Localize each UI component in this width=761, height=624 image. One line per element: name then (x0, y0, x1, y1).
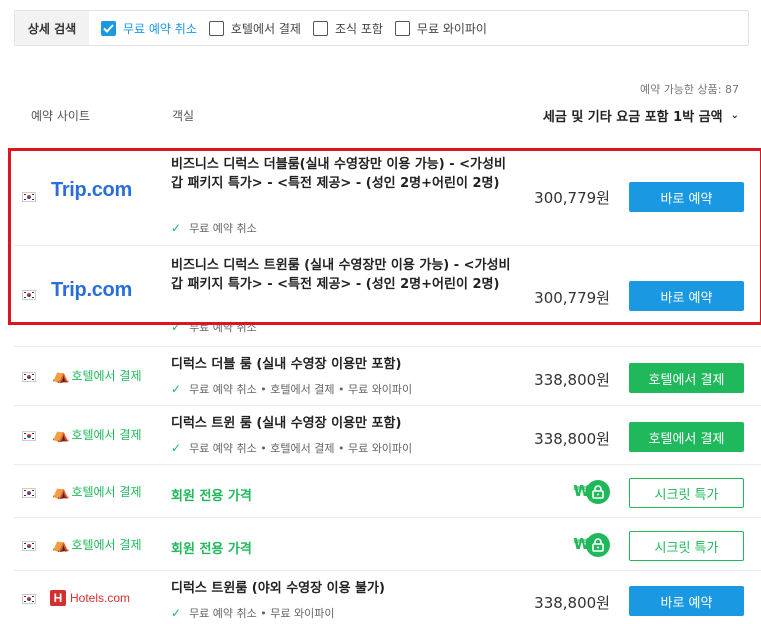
pay-at-hotel-button[interactable]: 호텔에서 결제 (629, 363, 744, 393)
pay-at-hotel-label: 호텔에서 결제 (71, 485, 142, 499)
room-name[interactable]: 디럭스 트윈 룸 (실내 수영장 이용만 포함) (171, 414, 516, 433)
check-icon: ✓ (171, 606, 182, 620)
perks: ✓ 무료 예약 취소 • 호텔에서 결제 • 무료 와이파이 (171, 440, 412, 456)
filter-label: 상세 검색 (15, 11, 89, 45)
perks-text: 무료 예약 취소 • 호텔에서 결제 • 무료 와이파이 (189, 442, 413, 455)
hotel-bell-icon: ⛺ (52, 483, 70, 500)
column-header-price: 세금 및 기타 요금 포함 1박 금액 (542, 110, 723, 125)
member-only-price: 회원 전용 가격 (171, 542, 252, 557)
perks-text: 무료 예약 취소 • 무료 와이파이 (189, 607, 335, 620)
korea-flag-icon (22, 541, 36, 551)
perks: ✓ 무료 예약 취소 (171, 319, 257, 335)
offer-row: ⛺ 호텔에서 결제 회원 전용 가격 ₩ 시크릿 특가 (14, 519, 761, 571)
offer-row: ⛺ 호텔에서 결제 디럭스 더블 룸 (실내 수영장 이용만 포함) ✓ 무료 … (14, 348, 761, 406)
hotelscom-h-icon: H (50, 590, 66, 606)
lock-icon (586, 480, 610, 504)
member-only-price: 회원 전용 가격 (171, 489, 252, 504)
check-icon: ✓ (171, 320, 182, 334)
checkbox-icon[interactable] (208, 20, 224, 36)
korea-flag-icon (22, 192, 36, 202)
perks: ✓ 무료 예약 취소 • 무료 와이파이 (171, 605, 334, 621)
korea-flag-icon (22, 431, 36, 441)
available-count: 예약 가능한 상품: 87 (639, 83, 739, 96)
book-now-button[interactable]: 바로 예약 (629, 586, 744, 616)
price: 300,779원 (534, 189, 610, 207)
filter-breakfast[interactable]: 조식 포함 (312, 20, 383, 37)
filter-free-wifi-label: 무료 와이파이 (416, 21, 487, 36)
pay-at-hotel-logo: ⛺ 호텔에서 결제 (52, 483, 142, 500)
checkbox-icon[interactable] (394, 20, 410, 36)
pay-at-hotel-logo: ⛺ 호텔에서 결제 (52, 367, 142, 384)
secret-deal-button[interactable]: 시크릿 특가 (629, 478, 744, 508)
hotel-bell-icon: ⛺ (52, 426, 70, 443)
price-sort-dropdown[interactable]: 세금 및 기타 요금 포함 1박 금액 ⌄ (543, 106, 739, 125)
filter-free-wifi[interactable]: 무료 와이파이 (394, 20, 487, 37)
offer-row: Trip.com 비즈니스 디럭스 더블룸(실내 수영장만 이용 가능) - <… (14, 152, 761, 246)
korea-flag-icon (22, 372, 36, 382)
hotel-bell-icon: ⛺ (52, 367, 70, 384)
pay-at-hotel-button[interactable]: 호텔에서 결제 (629, 422, 744, 452)
perks: ✓ 무료 예약 취소 (171, 220, 257, 236)
filter-bar: 상세 검색 무료 예약 취소 호텔에서 결제 조식 포함 무료 와이파이 (14, 10, 749, 46)
filter-pay-at-hotel[interactable]: 호텔에서 결제 (208, 20, 301, 37)
price: 338,800원 (534, 371, 610, 389)
korea-flag-icon (22, 290, 36, 300)
offer-row: ⛺ 호텔에서 결제 디럭스 트윈 룸 (실내 수영장 이용만 포함) ✓ 무료 … (14, 407, 761, 465)
room-name[interactable]: 디럭스 더블 룸 (실내 수영장 이용만 포함) (171, 355, 516, 374)
filter-pay-at-hotel-label: 호텔에서 결제 (230, 21, 301, 36)
korea-flag-icon (22, 488, 36, 498)
pay-at-hotel-label: 호텔에서 결제 (71, 369, 142, 383)
column-header-room: 객실 (172, 109, 195, 123)
offer-row: H Hotels.com 디럭스 트윈룸 (야외 수영장 이용 불가) ✓ 무료… (14, 572, 761, 624)
lock-icon (586, 533, 610, 557)
tripcom-logo: Trip.com (51, 279, 132, 301)
book-now-button[interactable]: 바로 예약 (629, 281, 744, 311)
perks: ✓ 무료 예약 취소 • 호텔에서 결제 • 무료 와이파이 (171, 381, 412, 397)
perks-text: 무료 예약 취소 • 호텔에서 결제 • 무료 와이파이 (189, 383, 413, 396)
pay-at-hotel-logo: ⛺ 호텔에서 결제 (52, 426, 142, 443)
offer-row: ⛺ 호텔에서 결제 회원 전용 가격 ₩ 시크릿 특가 (14, 466, 761, 518)
hotel-bell-icon: ⛺ (52, 536, 70, 553)
room-name[interactable]: 비즈니스 디럭스 더블룸(실내 수영장만 이용 가능) - <가성비갑 패키지 … (171, 155, 516, 193)
korea-flag-icon (22, 594, 36, 604)
perks-text: 무료 예약 취소 (189, 321, 257, 334)
filter-free-cancel[interactable]: 무료 예약 취소 (101, 20, 197, 37)
hotelscom-label: Hotels.com (70, 591, 131, 605)
pay-at-hotel-label: 호텔에서 결제 (71, 428, 142, 442)
price: 300,779원 (534, 289, 610, 307)
chevron-down-icon: ⌄ (730, 110, 739, 121)
check-icon: ✓ (171, 382, 182, 396)
hotelscom-logo: H Hotels.com (50, 590, 130, 606)
checkbox-icon[interactable] (312, 20, 328, 36)
filter-free-cancel-label: 무료 예약 취소 (123, 21, 197, 36)
tripcom-logo: Trip.com (51, 179, 132, 201)
checkbox-checked-icon[interactable] (101, 20, 116, 36)
secret-deal-button[interactable]: 시크릿 특가 (629, 531, 744, 561)
room-name[interactable]: 디럭스 트윈룸 (야외 수영장 이용 불가) (171, 579, 516, 598)
price: 338,800원 (534, 594, 610, 612)
perks-text: 무료 예약 취소 (189, 222, 257, 235)
pay-at-hotel-logo: ⛺ 호텔에서 결제 (52, 536, 142, 553)
price: 338,800원 (534, 430, 610, 448)
check-icon: ✓ (171, 221, 182, 235)
room-name[interactable]: 비즈니스 디럭스 트윈룸 (실내 수영장만 이용 가능) - <가성비갑 패키지… (171, 256, 516, 294)
pay-at-hotel-label: 호텔에서 결제 (71, 538, 142, 552)
check-icon: ✓ (171, 441, 182, 455)
book-now-button[interactable]: 바로 예약 (629, 182, 744, 212)
offer-row: Trip.com 비즈니스 디럭스 트윈룸 (실내 수영장만 이용 가능) - … (14, 247, 761, 347)
column-header-site: 예약 사이트 (31, 109, 91, 123)
filter-breakfast-label: 조식 포함 (334, 21, 383, 36)
